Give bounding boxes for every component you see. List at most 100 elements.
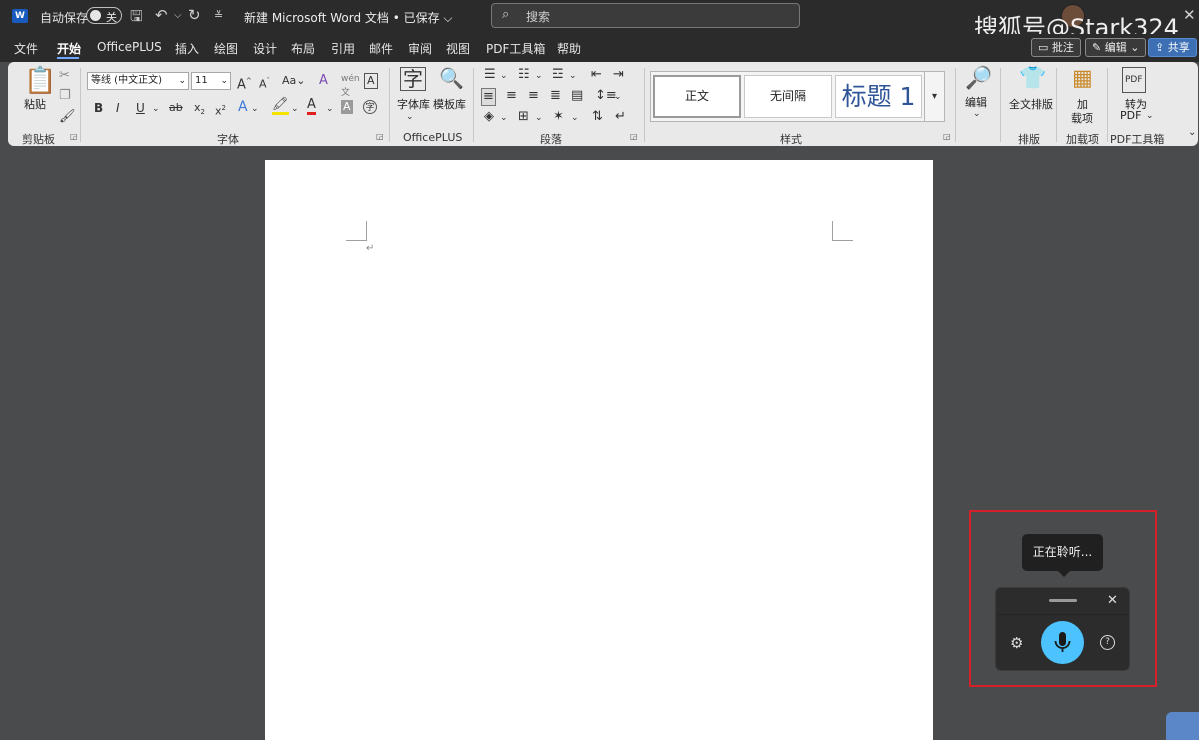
enclose-characters-icon[interactable]: 字 [363, 100, 377, 114]
chevron-down-icon[interactable]: ⌄ [569, 69, 577, 83]
dialog-launcher-icon[interactable]: ◲ [943, 132, 951, 141]
multilevel-list-icon[interactable]: ☲ [552, 68, 564, 82]
tab-home[interactable]: 开始 [57, 40, 81, 57]
character-border-icon[interactable]: A [364, 73, 378, 89]
pdf-convert-icon[interactable]: PDF [1122, 67, 1146, 93]
tab-view[interactable]: 视图 [446, 40, 470, 57]
close-window-icon[interactable]: ✕ [1183, 6, 1196, 24]
styles-more-icon[interactable]: ▾ [924, 72, 944, 121]
shading-icon[interactable]: ◈ [484, 110, 494, 124]
chevron-down-icon[interactable]: ⌄ [291, 102, 299, 116]
font-name-dropdown[interactable]: 等线 (中文正文) ⌄ [87, 72, 189, 90]
numbering-icon[interactable]: ☷ [518, 68, 530, 82]
clear-formatting-icon[interactable]: A [319, 74, 328, 88]
subscript-icon[interactable]: x2 [194, 101, 205, 119]
help-icon[interactable]: ? [1100, 635, 1115, 650]
full-text-layout-icon[interactable]: 👕 [1019, 67, 1046, 91]
italic-icon[interactable]: I [116, 101, 120, 115]
dialog-launcher-icon[interactable]: ◲ [70, 132, 78, 141]
distributed-icon[interactable]: ▤ [571, 89, 583, 103]
collapse-ribbon-icon[interactable]: ⌄ [1188, 126, 1196, 140]
dialog-launcher-icon[interactable]: ◲ [630, 132, 638, 141]
undo-icon[interactable]: ↶ [155, 6, 168, 24]
full-text-layout-label[interactable]: 全文排版 [1009, 96, 1053, 112]
align-right-icon[interactable]: ≡ [528, 89, 539, 103]
style-normal[interactable]: 正文 [653, 75, 741, 118]
superscript-icon[interactable]: x2 [215, 101, 226, 119]
drag-handle[interactable] [1049, 599, 1077, 602]
chevron-down-icon[interactable]: ⌄ [326, 102, 334, 116]
chevron-down-icon[interactable]: ⌄ [500, 69, 508, 83]
gear-icon[interactable]: ⚙ [1010, 634, 1023, 652]
tab-design[interactable]: 设计 [253, 40, 277, 57]
addins-label-2[interactable]: 载项 [1071, 110, 1093, 126]
sort-icon[interactable]: ⇅ [592, 110, 603, 124]
tab-layout[interactable]: 布局 [291, 40, 315, 57]
dialog-launcher-icon[interactable]: ◲ [376, 132, 384, 141]
underline-icon[interactable]: U [136, 101, 145, 115]
align-left-icon[interactable]: ≡ [481, 88, 496, 106]
addins-icon[interactable]: ▦ [1072, 67, 1093, 91]
chevron-down-icon[interactable]: ⌄ [571, 111, 579, 125]
increase-indent-icon[interactable]: ⇥ [613, 68, 624, 82]
document-page[interactable]: ↵ [265, 160, 933, 740]
tab-file[interactable]: 文件 [14, 40, 38, 57]
bullets-icon[interactable]: ☰ [484, 68, 496, 82]
tab-pdf-toolbox[interactable]: PDF工具箱 [486, 40, 545, 57]
paste-label[interactable]: 粘贴 [24, 96, 46, 112]
tab-mailings[interactable]: 邮件 [369, 40, 393, 57]
decrease-indent-icon[interactable]: ⇤ [591, 68, 602, 82]
chinese-layout-icon[interactable]: ✶ [553, 110, 564, 124]
search-input[interactable]: ⌕ 搜索 [491, 3, 800, 28]
find-icon[interactable]: 🔎 [965, 67, 992, 91]
chevron-down-icon[interactable]: ⌄ [500, 111, 508, 125]
document-title[interactable]: 新建 Microsoft Word 文档 • 已保存 ⌵ [244, 9, 453, 26]
tab-insert[interactable]: 插入 [175, 40, 199, 57]
share-button[interactable]: ⇪ 共享 [1148, 38, 1197, 57]
font-library-icon[interactable]: 字 [400, 67, 426, 91]
tab-draw[interactable]: 绘图 [214, 40, 238, 57]
align-center-icon[interactable]: ≡ [506, 89, 517, 103]
bold-icon[interactable]: B [94, 101, 103, 115]
style-heading1[interactable]: 标题 1 [835, 75, 922, 118]
editing-mode-button[interactable]: ✎ 编辑 ⌄ [1085, 38, 1147, 57]
paste-icon[interactable]: 📋 [24, 68, 56, 94]
borders-icon[interactable]: ⊞ [518, 110, 529, 124]
pdf-label[interactable]: PDF [1120, 109, 1141, 122]
tab-help[interactable]: 帮助 [557, 40, 581, 57]
shrink-font-icon[interactable]: Aˇ [259, 74, 270, 92]
tab-review[interactable]: 审阅 [408, 40, 432, 57]
cut-icon[interactable]: ✂ [59, 69, 70, 83]
comments-button[interactable]: ▭ 批注 [1031, 38, 1081, 57]
chevron-down-icon[interactable]: ⌄ [973, 107, 981, 121]
font-size-dropdown[interactable]: 11 ⌄ [191, 72, 231, 90]
template-library-label[interactable]: 模板库 [433, 96, 466, 112]
grow-font-icon[interactable]: A^ [237, 74, 252, 92]
phonetic-guide-icon[interactable]: wén 文 [341, 72, 360, 100]
tab-references[interactable]: 引用 [331, 40, 355, 57]
microphone-button[interactable] [1041, 621, 1084, 664]
change-case-icon[interactable]: Aa⌄ [282, 74, 305, 88]
chevron-down-icon[interactable]: ⌄ [614, 90, 622, 104]
chevron-down-icon[interactable]: ⌄ [535, 111, 543, 125]
strikethrough-icon[interactable]: ab [169, 101, 183, 115]
chevron-down-icon[interactable]: ⌄ [1146, 109, 1154, 123]
style-no-spacing[interactable]: 无间隔 [744, 75, 832, 118]
justify-icon[interactable]: ≣ [550, 89, 561, 103]
chevron-down-icon[interactable]: ⌄ [535, 69, 543, 83]
customize-qat-icon[interactable]: ≚ [214, 9, 223, 22]
show-marks-icon[interactable]: ↵ [615, 110, 626, 124]
text-effects-icon[interactable]: A [238, 100, 248, 114]
redo-icon[interactable]: ↻ [188, 6, 201, 24]
format-painter-icon[interactable]: 🖌 [59, 110, 76, 124]
font-color-icon[interactable]: A [307, 98, 316, 115]
copy-icon[interactable]: ❐ [59, 89, 71, 103]
template-library-icon[interactable]: 🔍 [439, 67, 464, 89]
undo-dropdown-icon[interactable]: ⌵ [174, 10, 182, 21]
tab-officeplus[interactable]: OfficePLUS [97, 40, 162, 54]
save-icon[interactable]: 🖫 [130, 6, 143, 31]
character-shading-icon[interactable]: A [341, 100, 353, 114]
chevron-down-icon[interactable]: ⌄ [152, 102, 160, 116]
chevron-down-icon[interactable]: ⌄ [251, 102, 259, 116]
highlight-color-icon[interactable]: 🖍 [272, 98, 289, 115]
